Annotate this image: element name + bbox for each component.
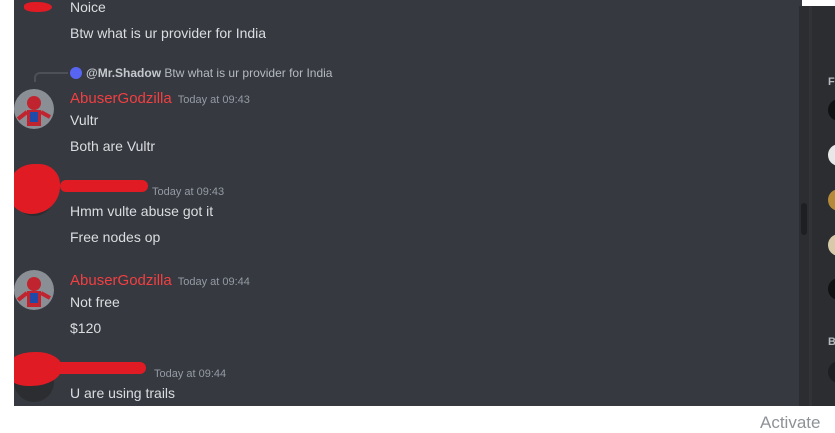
member-avatar[interactable] xyxy=(828,99,835,121)
message-text: Hmm vulte abuse got it xyxy=(70,203,214,219)
timestamp: Today at 09:44 xyxy=(177,276,250,288)
message-header: Today at 09:43 xyxy=(152,182,224,200)
message-text: Not free xyxy=(70,294,120,310)
redacted-username xyxy=(54,362,146,374)
author-name[interactable]: AbuserGodzilla xyxy=(70,272,172,289)
reply-preview[interactable]: @Mr.Shadow Btw what is ur provider for I… xyxy=(70,66,332,80)
member-avatar[interactable] xyxy=(828,189,835,211)
chat-area: Noice Btw what is ur provider for India … xyxy=(14,0,802,433)
left-border xyxy=(0,0,14,433)
message-header: Today at 09:44 xyxy=(154,364,226,382)
redacted-username xyxy=(60,180,148,192)
member-avatar[interactable] xyxy=(828,144,835,166)
message-text: $120 xyxy=(70,320,102,336)
spiderman-avatar-icon xyxy=(14,89,54,129)
message-text: Free nodes op xyxy=(70,229,161,245)
message-header: AbuserGodzilla Today at 09:43 xyxy=(70,90,250,108)
message-text: Noice xyxy=(70,0,106,15)
member-list: F B xyxy=(812,6,835,406)
avatar[interactable] xyxy=(14,270,54,310)
reply-text: Btw what is ur provider for India xyxy=(164,66,333,80)
message-text: Btw what is ur provider for India xyxy=(70,25,267,41)
scrollbar-thumb[interactable] xyxy=(801,203,807,235)
avatar[interactable] xyxy=(14,89,54,129)
redacted-avatar-top xyxy=(24,2,52,12)
spiderman-avatar-icon xyxy=(14,270,54,310)
timestamp: Today at 09:43 xyxy=(177,94,250,106)
reply-username[interactable]: @Mr.Shadow xyxy=(86,66,161,80)
reply-connector xyxy=(34,72,68,82)
member-avatar[interactable] xyxy=(828,361,835,383)
message-text: Vultr xyxy=(70,112,99,128)
bottom-border xyxy=(0,406,835,433)
member-avatar[interactable] xyxy=(828,278,835,300)
activate-watermark: Activate xyxy=(760,413,821,432)
member-section-header: B xyxy=(828,336,835,348)
message-header: AbuserGodzilla Today at 09:44 xyxy=(70,272,250,290)
redacted-avatar xyxy=(14,164,60,214)
author-name[interactable]: AbuserGodzilla xyxy=(70,90,172,107)
message-text: Both are Vultr xyxy=(70,138,156,154)
timestamp: Today at 09:44 xyxy=(154,368,227,380)
member-section-header: F xyxy=(828,76,835,88)
message-text: U are using trails xyxy=(70,385,176,401)
member-avatar[interactable] xyxy=(828,234,835,256)
reply-avatar-icon xyxy=(70,67,82,79)
timestamp: Today at 09:43 xyxy=(152,186,225,198)
